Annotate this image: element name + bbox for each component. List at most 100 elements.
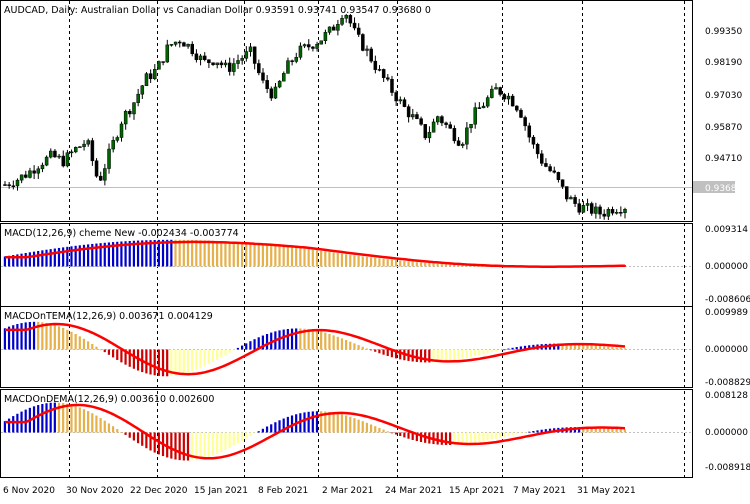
candle-body (15, 179, 20, 187)
candle-body (211, 62, 215, 66)
histogram-bar (486, 349, 489, 354)
histogram-bar (240, 432, 244, 441)
histogram-bar (378, 349, 381, 354)
candle-body (294, 57, 299, 62)
histogram-bar (332, 252, 335, 267)
histogram-bar (374, 426, 377, 433)
candle-body (252, 46, 257, 64)
histogram-bar (290, 328, 294, 350)
histogram-bar (374, 349, 377, 352)
candle-body (128, 111, 132, 115)
histogram-bar (515, 432, 518, 435)
histogram-bar (598, 345, 602, 350)
histogram-bar (394, 432, 398, 435)
histogram-bar (245, 242, 248, 267)
histogram-bar (353, 343, 356, 350)
histogram-bar (203, 432, 206, 459)
histogram-bar (87, 341, 90, 350)
histogram-bar (182, 432, 185, 461)
histogram-bar (295, 328, 298, 350)
histogram-bar (74, 333, 77, 350)
histogram-bar (178, 239, 181, 267)
date-label-1: 6 Nov 2020 (3, 486, 55, 496)
histogram-bar (274, 422, 277, 433)
histogram-bar (278, 245, 281, 267)
candle-body (223, 62, 228, 66)
histogram-bar (607, 346, 610, 350)
histogram-bar (236, 242, 240, 267)
candle-body (215, 62, 219, 66)
candle-body (302, 44, 307, 47)
histogram-bar (245, 432, 248, 439)
histogram-bar (249, 341, 252, 350)
histogram-bar (440, 264, 443, 267)
histogram-bar (536, 430, 539, 433)
histogram-bar (436, 432, 439, 445)
histogram-bar (91, 413, 94, 433)
candle-body (490, 88, 494, 98)
histogram-bar (365, 256, 369, 267)
chart-canvas[interactable]: AUDCAD, Daily: Australian Dollar vs Cana… (0, 0, 750, 500)
histogram-bar (3, 328, 6, 350)
histogram-bar (270, 424, 273, 433)
candle-body (90, 140, 95, 162)
histogram-bar (519, 432, 522, 434)
candle-body (502, 94, 507, 100)
histogram-bar (174, 432, 177, 460)
histogram-bar (457, 265, 460, 267)
candle-body (340, 18, 344, 25)
price-label-5: 0.94710 (705, 154, 742, 164)
histogram-bar (240, 345, 244, 350)
histogram-bar (20, 253, 23, 267)
histogram-bar (249, 243, 252, 267)
histogram-bar (340, 338, 344, 350)
histogram-bar (349, 416, 352, 433)
candle-body (456, 140, 461, 146)
candle-body (153, 69, 157, 80)
candle-body (277, 80, 282, 88)
candle-body (606, 209, 611, 217)
histogram-bar (332, 412, 335, 433)
histogram-bar (7, 418, 11, 433)
histogram-bar (619, 347, 622, 350)
histogram-bar (170, 432, 173, 459)
candle-body (244, 51, 249, 59)
histogram-bar (336, 336, 339, 350)
candle-body (569, 197, 573, 200)
date-label-3: 22 Dec 2020 (130, 486, 188, 496)
histogram-bar (91, 343, 94, 350)
histogram-bar (611, 428, 614, 433)
histogram-bar (315, 250, 319, 267)
histogram-bar (336, 253, 339, 267)
chart-window[interactable]: AUDCAD, Daily: Australian Dollar vs Cana… (0, 0, 750, 500)
histogram-bar (415, 262, 418, 267)
candle-body (535, 144, 540, 155)
histogram-bar (232, 432, 235, 446)
candle-body (111, 140, 115, 150)
candle-body (165, 44, 170, 63)
candle-body (394, 92, 398, 102)
histogram-bar (24, 252, 27, 267)
histogram-bar (290, 246, 294, 267)
candle-body (460, 143, 465, 146)
candle-body (273, 86, 278, 99)
histogram-bar (257, 243, 260, 267)
candle-body (473, 107, 477, 125)
histogram-bar (382, 349, 385, 355)
histogram-bar (220, 349, 223, 358)
histogram-bar (361, 256, 364, 267)
histogram-bar (307, 249, 310, 267)
histogram-bar (507, 432, 510, 436)
histogram-bar (220, 432, 223, 453)
histogram-bar (349, 341, 352, 350)
histogram-bar (382, 258, 385, 267)
candle-body (173, 41, 178, 45)
histogram-bar (324, 251, 327, 267)
histogram-bar (482, 349, 485, 355)
histogram-bar (386, 431, 389, 433)
candle-body (315, 43, 319, 49)
histogram-bar (515, 347, 518, 350)
histogram-bar (474, 432, 477, 443)
histogram-bar (261, 244, 264, 267)
histogram-bar (53, 324, 56, 350)
